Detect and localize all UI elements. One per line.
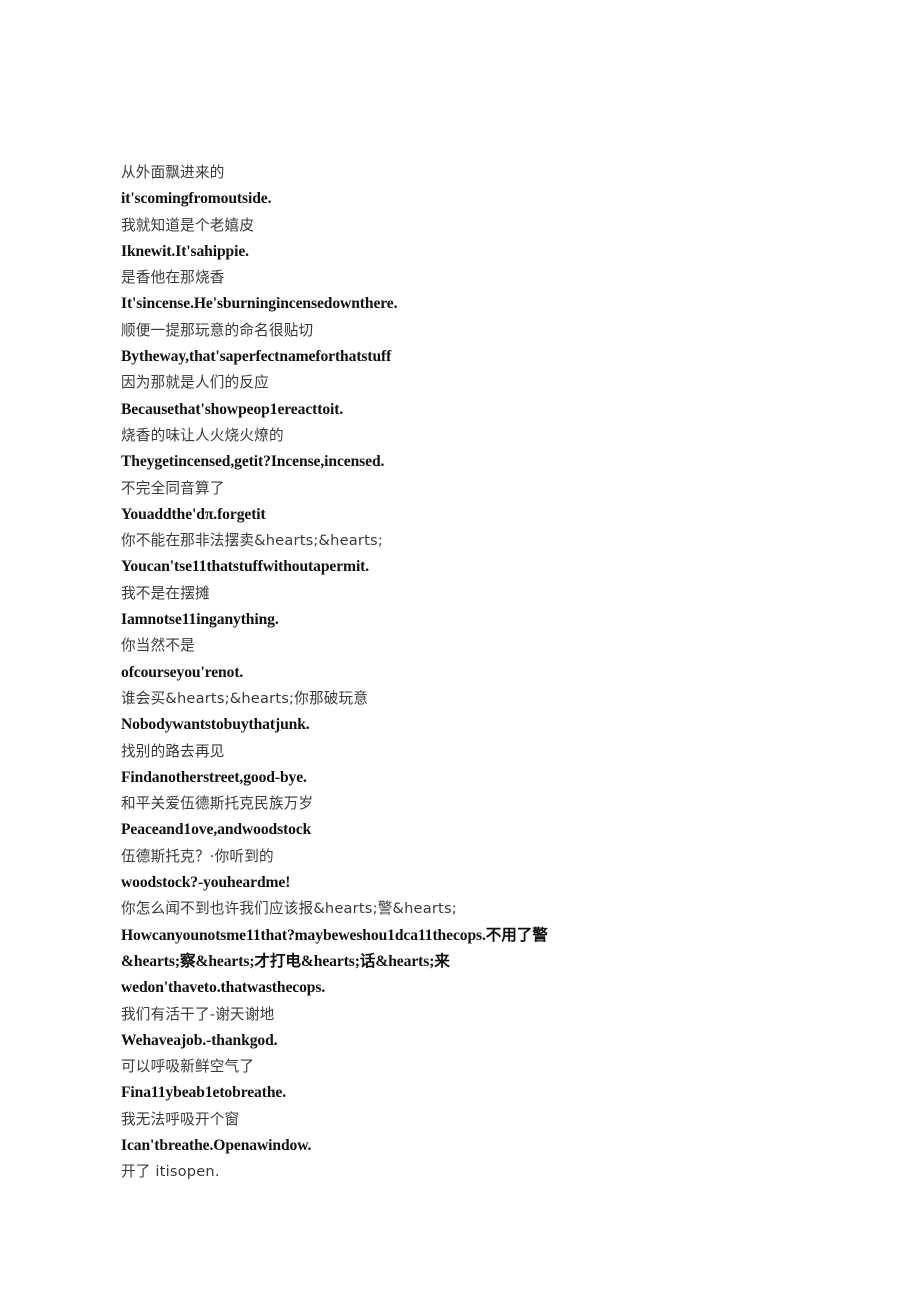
document-page: 从外面飘进来的 it'scomingfromoutside. 我就知道是个老嬉皮 Ik… xyxy=(0,0,920,1301)
transcript-line: wedon'thaveto.thatwasthecops. xyxy=(121,979,326,997)
transcript-line: 你怎么闻不到也许我们应该报&hearts;警&hearts; xyxy=(121,900,457,918)
transcript-line: 开了 itisopen. xyxy=(121,1163,220,1181)
transcript-line: 不完全同音算了 xyxy=(121,479,225,497)
transcript-line: 伍德斯托克？·你听到的 xyxy=(121,847,274,865)
transcript-line: Findanotherstreet,good-bye. xyxy=(121,768,307,786)
transcript-line: Iamnotse11inganything. xyxy=(121,611,279,629)
transcript-line: Youaddthe'dπ.forgetit xyxy=(121,505,266,523)
transcript-line: Bytheway,that'saperfectnameforthatstuff xyxy=(121,348,392,366)
transcript-line: Fina11ybeab1etobreathe. xyxy=(121,1084,287,1102)
transcript-line: Wehaveajob.-thankgod. xyxy=(121,1031,278,1049)
transcript-line: 因为那就是人们的反应 xyxy=(121,374,269,392)
transcript-text-block: 从外面飘进来的 it'scomingfromoutside. 我就知道是个老嬉皮 Ik… xyxy=(121,160,591,1186)
transcript-line: Peaceand1ove,andwoodstock xyxy=(121,821,312,839)
transcript-line: It'sincense.He'sburningincensedownthere. xyxy=(121,295,398,313)
transcript-line: 可以呼吸新鲜空气了 xyxy=(121,1058,255,1076)
transcript-line: 我无法呼吸开个窗 xyxy=(121,1110,240,1128)
transcript-line: 我就知道是个老嬉皮 xyxy=(121,216,255,234)
transcript-line: woodstock?-youheardme! xyxy=(121,874,291,892)
transcript-line: 你当然不是 xyxy=(121,637,195,655)
transcript-line: 找别的路去再见 xyxy=(121,742,225,760)
transcript-line: 谁会买&hearts;&hearts;你那破玩意 xyxy=(121,689,369,707)
transcript-line: 是香他在那烧香 xyxy=(121,269,225,287)
transcript-line: Nobodywantstobuythatjunk. xyxy=(121,716,310,734)
transcript-line: Youcan'tse11thatstuffwithoutapermit. xyxy=(121,558,370,576)
transcript-line: 我们有活干了-谢天谢地 xyxy=(121,1005,275,1023)
transcript-line: 你不能在那非法摆卖&hearts;&hearts; xyxy=(121,532,383,550)
transcript-line: Becausethat'showpeop1ereacttoit. xyxy=(121,400,344,418)
transcript-line: 从外面飘进来的 xyxy=(121,164,225,181)
transcript-line: Ican'tbreathe.Openawindow. xyxy=(121,1136,312,1154)
transcript-line: ofcourseyou'renot. xyxy=(121,663,244,681)
transcript-line: 烧香的味让人火烧火燎的 xyxy=(121,426,284,444)
transcript-line: Theygetincensed,getit?Incense,incensed. xyxy=(121,453,385,471)
transcript-line: Iknewit.It'sahippie. xyxy=(121,242,249,260)
transcript-line: 和平关爱伍德斯托克民族万岁 xyxy=(121,795,314,813)
transcript-line: Howcanyounotsme11that?maybeweshou1dca11t… xyxy=(121,926,548,970)
transcript-line: 顺便一提那玩意的命名很贴切 xyxy=(121,321,314,339)
transcript-line: it'scomingfromoutside. xyxy=(121,190,272,208)
transcript-line: 我不是在摆摊 xyxy=(121,584,210,602)
